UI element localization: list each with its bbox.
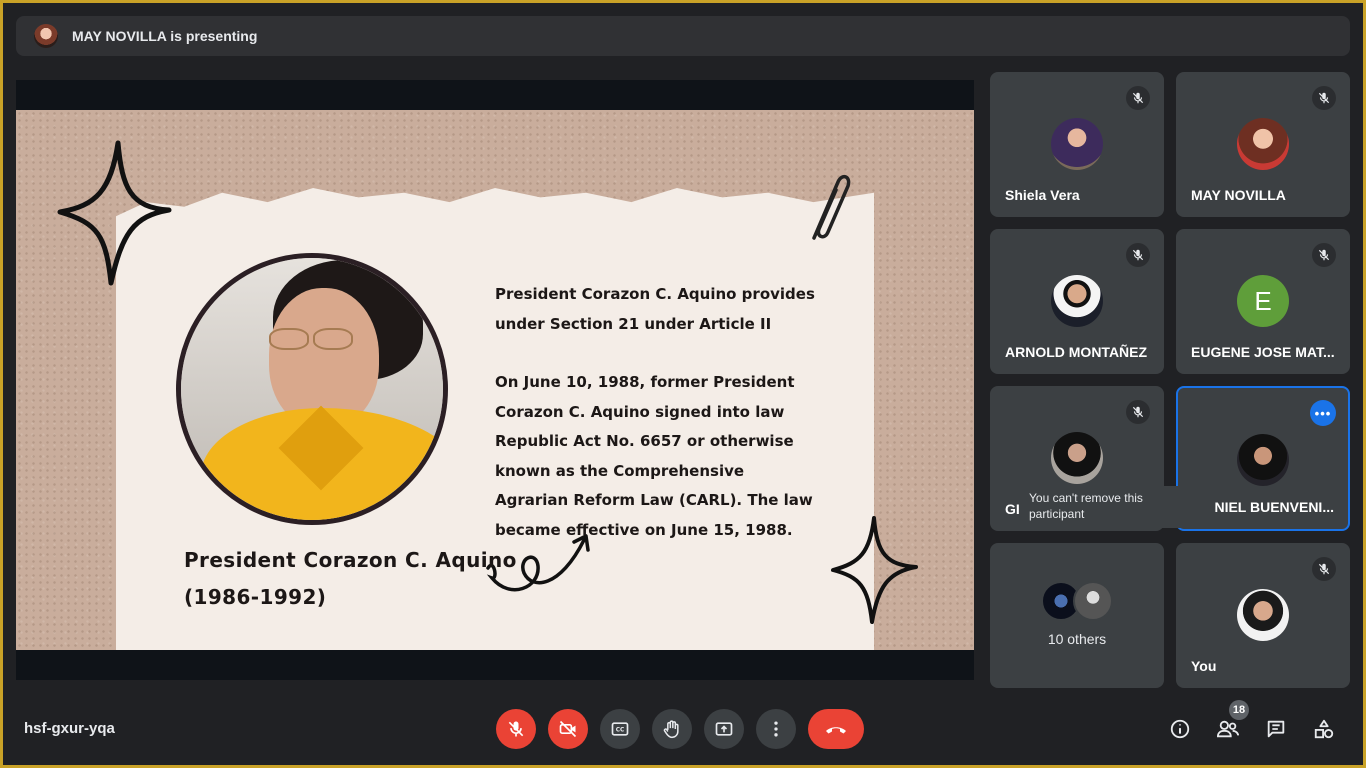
end-call-icon xyxy=(826,727,846,734)
caption-years: (1986-1992) xyxy=(184,585,327,609)
chat-icon[interactable] xyxy=(1260,713,1292,745)
participant-name: EUGENE JOSE MAT... xyxy=(1191,344,1335,360)
participant-tile[interactable]: E EUGENE JOSE MAT... xyxy=(1176,229,1350,374)
participant-name: NIEL BUENVENI... xyxy=(1214,499,1334,515)
participant-tile[interactable]: MAY NOVILLA xyxy=(1176,72,1350,217)
activities-icon[interactable] xyxy=(1308,713,1340,745)
meeting-code: hsf-gxur-yqa xyxy=(24,720,115,737)
portrait-photo xyxy=(176,253,448,525)
captions-icon[interactable]: CC xyxy=(600,709,640,749)
avatar xyxy=(1073,581,1113,621)
self-tile[interactable]: You xyxy=(1176,543,1350,688)
participant-tile[interactable]: ARNOLD MONTAÑEZ xyxy=(990,229,1164,374)
more-options-icon[interactable] xyxy=(756,709,796,749)
presenting-banner: MAY NOVILLA is presenting xyxy=(16,16,1350,56)
slide-paragraph-2: On June 10, 1988, former President Coraz… xyxy=(495,373,813,539)
participant-name: ARNOLD MONTAÑEZ xyxy=(1005,344,1148,360)
camera-off-icon[interactable] xyxy=(548,709,588,749)
mic-off-icon xyxy=(1312,86,1336,110)
participant-name: Shiela Vera xyxy=(1005,187,1080,203)
others-avatars xyxy=(1041,581,1113,621)
sparkle-icon xyxy=(57,140,172,286)
mic-off-icon[interactable] xyxy=(496,709,536,749)
raise-hand-icon[interactable] xyxy=(652,709,692,749)
present-icon[interactable] xyxy=(704,709,744,749)
info-icon[interactable] xyxy=(1164,713,1196,745)
more-options-icon[interactable]: ••• xyxy=(1310,400,1336,426)
participant-name: GI xyxy=(1005,501,1020,517)
presenter-avatar xyxy=(34,24,58,48)
slide: President Corazon C. Aquino (1986-1992) … xyxy=(16,110,974,650)
presenting-text: MAY NOVILLA is presenting xyxy=(72,28,258,44)
people-count-badge: 18 xyxy=(1229,700,1249,720)
participant-tile-active[interactable]: ••• NIEL BUENVENI... xyxy=(1176,386,1350,531)
avatar xyxy=(1051,432,1103,484)
slide-body: President Corazon C. Aquino provides und… xyxy=(495,280,815,545)
avatar xyxy=(1237,118,1289,170)
slide-caption: President Corazon C. Aquino (1986-1992) xyxy=(184,542,517,616)
avatar-initial: E xyxy=(1237,275,1289,327)
sparkle-icon xyxy=(831,516,918,624)
mic-off-icon xyxy=(1126,243,1150,267)
avatar xyxy=(1237,434,1289,486)
participant-name: MAY NOVILLA xyxy=(1191,187,1286,203)
avatar xyxy=(1051,275,1103,327)
paperclip-icon xyxy=(812,174,851,240)
mic-off-icon xyxy=(1126,400,1150,424)
presentation-stage[interactable]: President Corazon C. Aquino (1986-1992) … xyxy=(16,80,974,680)
mic-off-icon xyxy=(1312,243,1336,267)
mic-off-icon xyxy=(1126,86,1150,110)
caption-name: President Corazon C. Aquino xyxy=(184,548,517,572)
others-tile[interactable]: 10 others xyxy=(990,543,1164,688)
svg-text:CC: CC xyxy=(616,728,625,734)
participant-tile[interactable]: Shiela Vera xyxy=(990,72,1164,217)
avatar xyxy=(1051,118,1103,170)
others-label: 10 others xyxy=(1047,631,1107,647)
avatar xyxy=(1237,589,1289,641)
tooltip: You can't remove this participant xyxy=(1025,486,1181,528)
slide-paragraph-1: President Corazon C. Aquino provides und… xyxy=(495,285,815,333)
mic-off-icon xyxy=(1312,557,1336,581)
end-call-button[interactable] xyxy=(808,709,864,749)
participant-name: You xyxy=(1191,658,1217,674)
